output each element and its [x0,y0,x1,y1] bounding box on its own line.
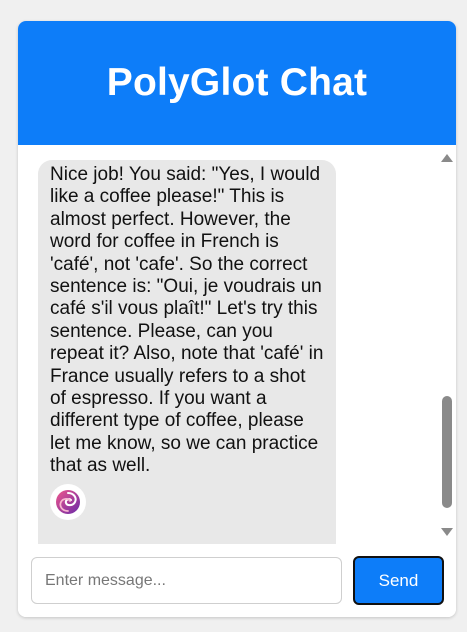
swirl-logo-icon [56,489,80,514]
message-list[interactable]: Nice job! You said: "Yes, I would like a… [18,145,456,544]
bot-avatar [50,483,86,520]
send-button[interactable]: Send [353,556,444,605]
app-header: PolyGlot Chat [18,21,456,145]
composer: Send [18,544,456,617]
message-text: Nice job! You said: "Yes, I would like a… [50,164,324,477]
scroll-down-arrow-icon[interactable] [441,528,453,536]
scroll-up-arrow-icon[interactable] [441,154,453,162]
scrollbar-thumb[interactable] [442,396,452,508]
chat-window: PolyGlot Chat Nice job! You said: "Yes, … [18,21,456,617]
chat-scrollbar[interactable] [438,145,456,544]
app-title: PolyGlot Chat [106,61,368,104]
message-input[interactable] [31,557,342,604]
bot-message-bubble: Nice job! You said: "Yes, I would like a… [38,160,336,544]
